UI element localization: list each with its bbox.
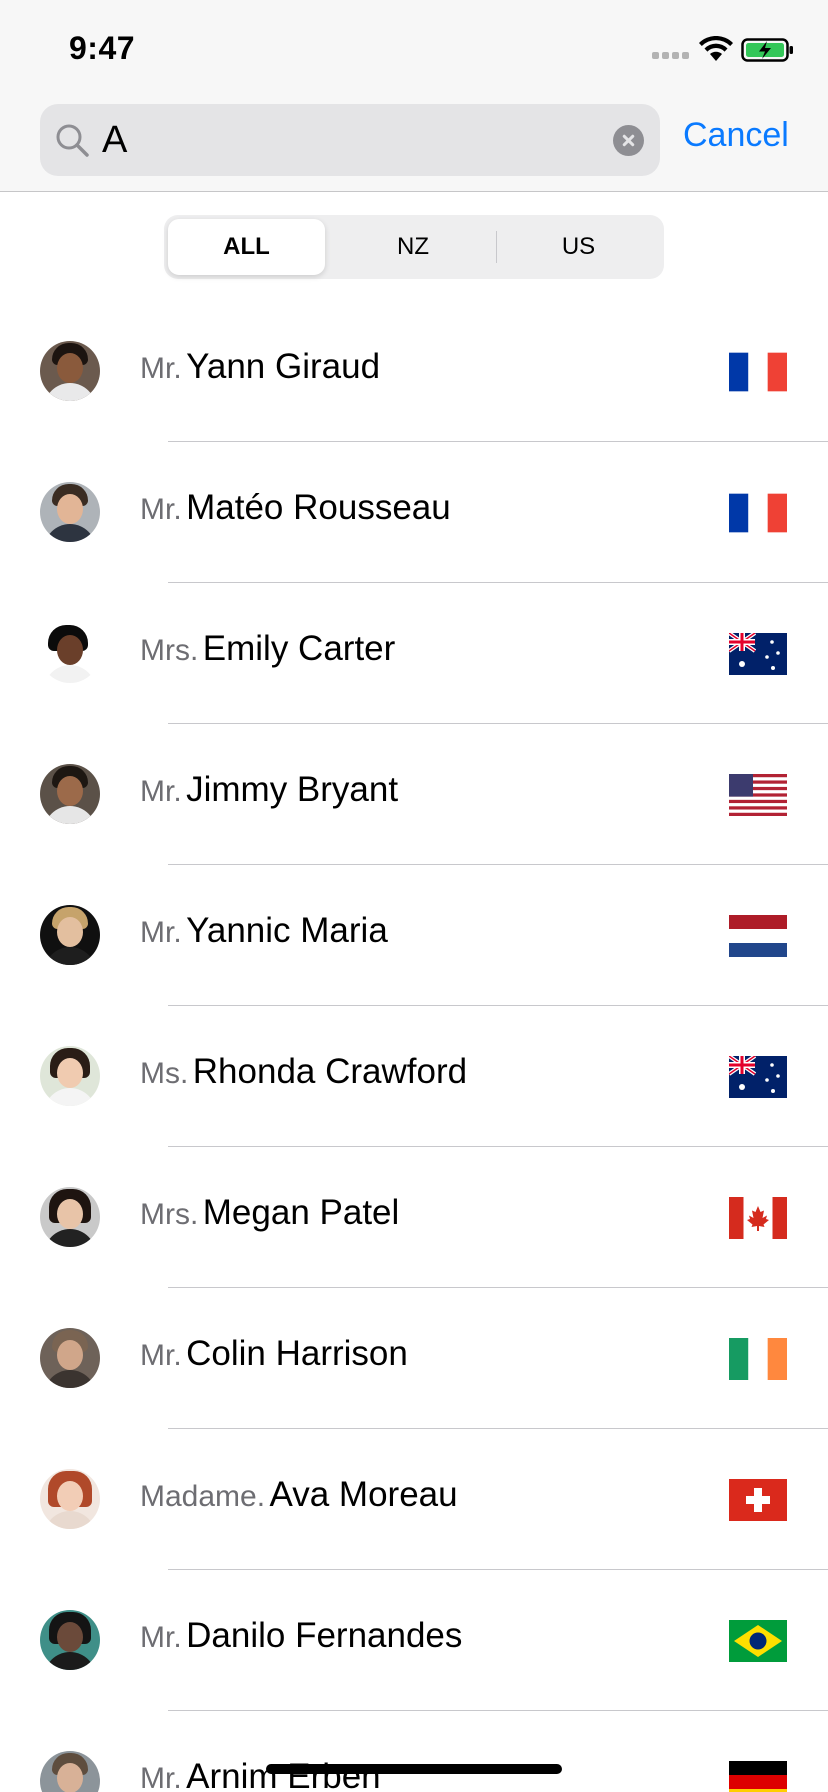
- avatar: [40, 1187, 100, 1247]
- person-row[interactable]: Mr. Matéo Rousseau: [0, 442, 828, 583]
- person-title: Madame.: [140, 1480, 266, 1513]
- avatar: [40, 341, 100, 401]
- person-row[interactable]: Mr. Jimmy Bryant: [0, 724, 828, 865]
- person-row[interactable]: Mr. Yannic Maria: [0, 865, 828, 1006]
- germany-flag-icon: [729, 1761, 787, 1792]
- navigation-header: 9:47 Cancel: [0, 0, 828, 192]
- person-full-name: Jimmy Bryant: [186, 770, 399, 809]
- person-title: Mr.: [140, 352, 182, 385]
- person-name: Mr. Matéo Rousseau: [140, 488, 451, 528]
- battery-charging-icon: [741, 38, 793, 62]
- person-full-name: Rhonda Crawford: [192, 1052, 468, 1091]
- avatar: [40, 764, 100, 824]
- person-full-name: Emily Carter: [202, 629, 396, 668]
- person-full-name: Arnim Erben: [186, 1757, 381, 1792]
- person-title: Mr.: [140, 1339, 182, 1372]
- avatar: [40, 623, 100, 683]
- people-list: Mr. Yann Giraud Mr. Matéo Rousseau Mrs. …: [0, 301, 828, 1792]
- avatar: [40, 1046, 100, 1106]
- segment-all[interactable]: ALL: [168, 219, 325, 275]
- usa-flag-icon: [729, 774, 787, 816]
- switzerland-flag-icon: [729, 1479, 787, 1521]
- person-name: Mr. Jimmy Bryant: [140, 770, 398, 810]
- person-name: Mr. Yann Giraud: [140, 347, 380, 387]
- australia-flag-icon: [729, 633, 787, 675]
- avatar: [40, 1610, 100, 1670]
- person-full-name: Ava Moreau: [269, 1475, 458, 1514]
- netherlands-flag-icon: [729, 915, 787, 957]
- person-row[interactable]: Ms. Rhonda Crawford: [0, 1006, 828, 1147]
- avatar: [40, 1328, 100, 1388]
- avatar: [40, 482, 100, 542]
- person-row[interactable]: Mr. Arnim Erben: [0, 1711, 828, 1792]
- search-input[interactable]: [102, 112, 592, 168]
- home-indicator[interactable]: [266, 1764, 562, 1774]
- segment-nz[interactable]: NZ: [330, 219, 496, 275]
- person-name: Mrs. Emily Carter: [140, 629, 395, 669]
- ireland-flag-icon: [729, 1338, 787, 1380]
- person-row[interactable]: Mrs. Megan Patel: [0, 1147, 828, 1288]
- person-title: Mr.: [140, 775, 182, 808]
- cellular-signal-icon: [652, 52, 692, 60]
- person-full-name: Yannic Maria: [186, 911, 388, 950]
- person-row[interactable]: Mrs. Emily Carter: [0, 583, 828, 724]
- france-flag-icon: [729, 351, 787, 393]
- person-title: Mr.: [140, 1621, 182, 1654]
- person-full-name: Matéo Rousseau: [186, 488, 451, 527]
- person-name: Mr. Yannic Maria: [140, 911, 388, 951]
- avatar: [40, 905, 100, 965]
- person-name: Mr. Arnim Erben: [140, 1757, 381, 1792]
- avatar: [40, 1469, 100, 1529]
- region-segmented-control: ALL NZ US: [164, 215, 664, 279]
- person-title: Ms.: [140, 1057, 189, 1090]
- person-row[interactable]: Mr. Yann Giraud: [0, 301, 828, 442]
- person-full-name: Yann Giraud: [186, 347, 381, 386]
- clear-search-icon[interactable]: [613, 125, 644, 156]
- person-name: Ms. Rhonda Crawford: [140, 1052, 467, 1092]
- person-title: Mrs.: [140, 1198, 199, 1231]
- cancel-button[interactable]: Cancel: [683, 116, 789, 155]
- canada-flag-icon: [729, 1197, 787, 1239]
- person-name: Madame. Ava Moreau: [140, 1475, 458, 1515]
- search-field[interactable]: [40, 104, 660, 176]
- person-title: Mr.: [140, 916, 182, 949]
- person-title: Mr.: [140, 493, 182, 526]
- person-name: Mr. Danilo Fernandes: [140, 1616, 462, 1656]
- search-icon: [56, 124, 89, 157]
- person-row[interactable]: Madame. Ava Moreau: [0, 1429, 828, 1570]
- person-row[interactable]: Mr. Colin Harrison: [0, 1288, 828, 1429]
- wifi-icon: [699, 36, 733, 61]
- person-full-name: Danilo Fernandes: [186, 1616, 463, 1655]
- france-flag-icon: [729, 492, 787, 534]
- australia-flag-icon: [729, 1056, 787, 1098]
- status-time: 9:47: [69, 30, 136, 66]
- avatar: [40, 1751, 100, 1792]
- person-name: Mrs. Megan Patel: [140, 1193, 399, 1233]
- brazil-flag-icon: [729, 1620, 787, 1662]
- segment-us[interactable]: US: [497, 219, 660, 275]
- person-name: Mr. Colin Harrison: [140, 1334, 408, 1374]
- person-full-name: Colin Harrison: [186, 1334, 408, 1373]
- person-title: Mr.: [140, 1762, 182, 1792]
- person-row[interactable]: Mr. Danilo Fernandes: [0, 1570, 828, 1711]
- person-full-name: Megan Patel: [202, 1193, 400, 1232]
- person-title: Mrs.: [140, 634, 199, 667]
